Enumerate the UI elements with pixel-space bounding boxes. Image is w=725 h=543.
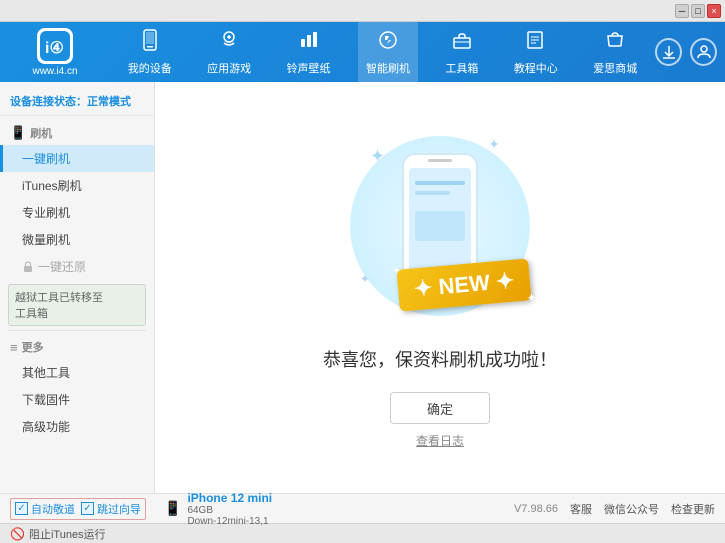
skip-guide-label: 跳过向导 xyxy=(97,501,141,517)
skip-guide-checkbox-item[interactable]: ✓ 跳过向导 xyxy=(81,501,141,517)
sidebar-item-data-flash[interactable]: 微量刷机 xyxy=(0,226,154,253)
sparkle1-icon: ✦ xyxy=(370,146,385,167)
flash-section-label: 刷机 xyxy=(30,125,52,141)
sidebar-item-one-click-flash[interactable]: 一键刷机 xyxy=(0,145,154,172)
my-device-icon xyxy=(139,29,161,57)
status-label: 设备连接状态： xyxy=(10,96,87,108)
header: i④ www.i4.cn 我的设备 xyxy=(0,22,725,82)
bottom-right: V7.98.66 客服 微信公众号 检查更新 xyxy=(514,501,715,517)
phone-illustration: ✦ ✦ ✦ ✦ NEW ✦ xyxy=(340,126,540,326)
update-link[interactable]: 检查更新 xyxy=(671,501,715,517)
device-info: 📱 iPhone 12 mini 64GB Down-12mini-13,1 xyxy=(164,491,272,527)
download-firmware-label: 下载固件 xyxy=(22,393,70,407)
device-system: Down-12mini-13,1 xyxy=(187,516,272,527)
title-bar: ─ □ × xyxy=(0,0,725,22)
nav-my-device-label: 我的设备 xyxy=(128,60,172,76)
nav-tutorials[interactable]: 教程中心 xyxy=(506,22,566,82)
skip-guide-checkbox[interactable]: ✓ xyxy=(81,502,94,515)
svg-text:i④: i④ xyxy=(45,40,64,57)
nav-my-device[interactable]: 我的设备 xyxy=(120,22,180,82)
user-button[interactable] xyxy=(690,38,717,66)
device-section: iPhone 12 mini 64GB Down-12mini-13,1 xyxy=(187,491,272,527)
flash-section-title: 📱 刷机 xyxy=(0,121,154,145)
apps-games-icon xyxy=(218,29,240,57)
sidebar: 设备连接状态：正常模式 📱 刷机 一键刷机 iTunes刷机 专业刷机 微量刷机… xyxy=(0,82,155,493)
main: 设备连接状态：正常模式 📱 刷机 一键刷机 iTunes刷机 专业刷机 微量刷机… xyxy=(0,82,725,493)
nav-smart-flash[interactable]: 智能刷机 xyxy=(358,22,418,82)
nav-mall-label: 爱思商城 xyxy=(593,60,637,76)
flash-section-icon: 📱 xyxy=(10,125,26,141)
nav-mall[interactable]: 爱思商城 xyxy=(585,22,645,82)
auto-flash-label: 自动敬道 xyxy=(31,501,75,517)
nav-smart-flash-label: 智能刷机 xyxy=(366,60,410,76)
nav-toolbox[interactable]: 工具箱 xyxy=(437,22,486,82)
sidebar-item-other-tools[interactable]: 其他工具 xyxy=(0,359,154,386)
itunes-bar-icon: 🚫 xyxy=(10,527,25,541)
pro-flash-label: 专业刷机 xyxy=(22,206,70,220)
download-button[interactable] xyxy=(655,38,682,66)
header-right xyxy=(655,38,725,66)
nav-items: 我的设备 应用游戏 铃声壁纸 xyxy=(110,22,655,82)
sidebar-item-advanced[interactable]: 高级功能 xyxy=(0,413,154,440)
sidebar-note: 越狱工具已转移至工具箱 xyxy=(8,284,146,326)
nav-toolbox-label: 工具箱 xyxy=(445,60,478,76)
checkbox-group: ✓ 自动敬道 ✓ 跳过向导 xyxy=(10,498,146,520)
device-storage: 64GB xyxy=(187,505,272,516)
other-tools-label: 其他工具 xyxy=(22,366,70,380)
success-text: 恭喜您，保资料刷机成功啦！ xyxy=(323,346,557,372)
logo-icon: i④ xyxy=(37,28,73,64)
view-log-link[interactable]: 查看日志 xyxy=(416,432,464,449)
sidebar-divider xyxy=(8,330,146,331)
content-area: ✦ ✦ ✦ ✦ NEW ✦ 恭喜您， xyxy=(155,82,725,493)
sparkle2-icon: ✦ xyxy=(488,136,500,153)
smart-flash-icon xyxy=(377,29,399,57)
bottom-left: ✓ 自动敬道 ✓ 跳过向导 📱 iPhone 12 mini 64GB Down… xyxy=(10,491,514,527)
sidebar-item-pro-flash[interactable]: 专业刷机 xyxy=(0,199,154,226)
status-bar: 设备连接状态：正常模式 xyxy=(0,87,154,116)
nav-apps-games-label: 应用游戏 xyxy=(207,60,251,76)
one-click-flash-label: 一键刷机 xyxy=(22,152,70,166)
sidebar-item-one-click-restore: 一键还原 xyxy=(0,253,154,280)
advanced-label: 高级功能 xyxy=(22,420,70,434)
sidebar-item-itunes-flash[interactable]: iTunes刷机 xyxy=(0,172,154,199)
auto-flash-checkbox[interactable]: ✓ xyxy=(15,502,28,515)
toolbox-icon xyxy=(451,29,473,57)
nav-ringtones-label: 铃声壁纸 xyxy=(287,60,331,76)
more-section-title: ≡ 更多 xyxy=(0,335,154,359)
status-value: 正常模式 xyxy=(87,96,131,108)
ringtones-icon xyxy=(298,29,320,57)
itunes-label[interactable]: 阻止iTunes运行 xyxy=(29,526,106,542)
nav-ringtones[interactable]: 铃声壁纸 xyxy=(279,22,339,82)
minimize-button[interactable]: ─ xyxy=(675,4,689,18)
lock-icon xyxy=(22,261,34,273)
device-icon: 📱 xyxy=(164,500,181,517)
logo-area: i④ www.i4.cn xyxy=(0,28,110,77)
more-section-icon: ≡ xyxy=(10,340,18,355)
nav-apps-games[interactable]: 应用游戏 xyxy=(199,22,259,82)
maximize-button[interactable]: □ xyxy=(691,4,705,18)
sparkle3-icon: ✦ xyxy=(360,272,370,286)
mall-icon xyxy=(604,29,626,57)
version-text: V7.98.66 xyxy=(514,503,558,515)
one-click-restore-label: 一键还原 xyxy=(38,258,86,275)
close-button[interactable]: × xyxy=(707,4,721,18)
wechat-link[interactable]: 微信公众号 xyxy=(604,501,659,517)
itunes-flash-label: iTunes刷机 xyxy=(22,179,82,193)
bottom-bar: ✓ 自动敬道 ✓ 跳过向导 📱 iPhone 12 mini 64GB Down… xyxy=(0,493,725,523)
sidebar-item-download-firmware[interactable]: 下载固件 xyxy=(0,386,154,413)
more-section-label: 更多 xyxy=(22,339,44,355)
confirm-button[interactable]: 确定 xyxy=(390,392,490,424)
tutorials-icon xyxy=(525,29,547,57)
auto-flash-checkbox-item[interactable]: ✓ 自动敬道 xyxy=(15,501,75,517)
logo-text: www.i4.cn xyxy=(32,66,77,77)
service-link[interactable]: 客服 xyxy=(570,501,592,517)
nav-tutorials-label: 教程中心 xyxy=(514,60,558,76)
data-flash-label: 微量刷机 xyxy=(22,233,70,247)
